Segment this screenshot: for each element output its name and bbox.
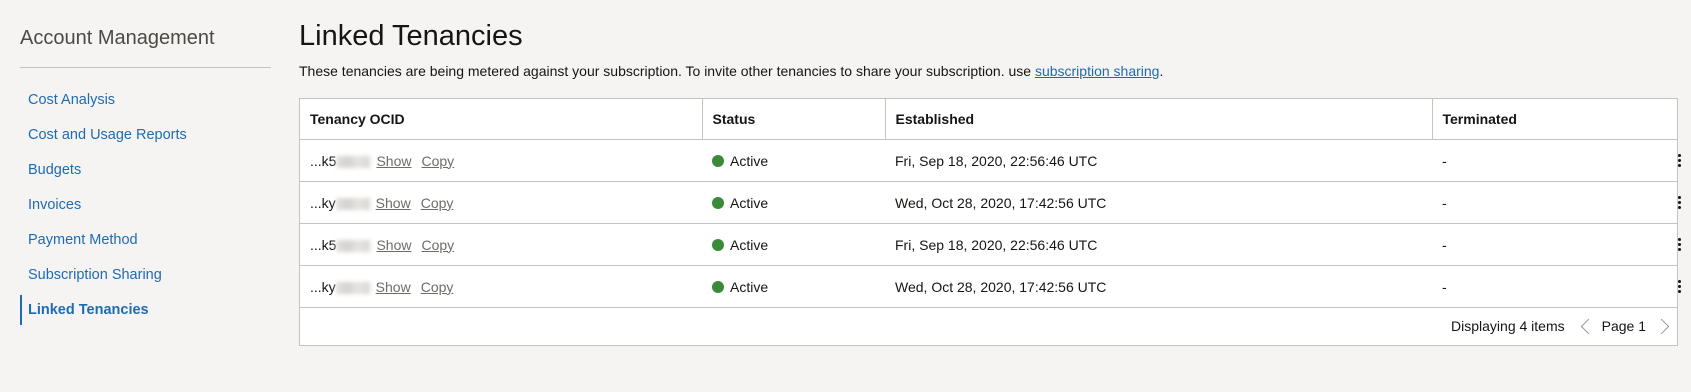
terminated-cell: - [1432, 139, 1664, 182]
actions-cell [1664, 265, 1681, 308]
page-indicator: Page 1 [1601, 318, 1646, 334]
sidebar-title: Account Management [20, 27, 215, 49]
sidebar-item-linked-tenancies[interactable]: Linked Tenancies [20, 295, 271, 330]
ocid-redacted [335, 197, 370, 210]
status-cell: Active [702, 181, 885, 224]
ocid-text: ...ky [310, 278, 336, 295]
actions-cell [1664, 223, 1681, 266]
next-page-chevron-icon[interactable] [1653, 318, 1670, 334]
status-text: Active [730, 278, 769, 295]
item-count: Displaying 4 items [1451, 318, 1565, 334]
column-header-status: Status [702, 99, 886, 140]
status-active-icon [712, 238, 724, 251]
copy-ocid-link[interactable]: Copy [422, 153, 455, 169]
status-cell: Active [702, 265, 885, 308]
ocid-cell: ...ky Show Copy [300, 181, 702, 224]
sidebar-item-invoices[interactable]: Invoices [20, 190, 271, 225]
copy-ocid-link[interactable]: Copy [421, 195, 454, 211]
table-footer: Displaying 4 items Page 1 [1451, 307, 1677, 345]
ocid-cell: ...k5 Show Copy [300, 223, 702, 266]
table-row: ...ky Show Copy Active Wed, Oct 28, 2020, … [300, 265, 1681, 308]
status-active-icon [712, 196, 724, 209]
status-cell: Active [702, 223, 885, 266]
column-header-actions [1664, 99, 1677, 140]
terminated-cell: - [1432, 181, 1664, 224]
established-cell: Wed, Oct 28, 2020, 17:42:56 UTC [885, 265, 1432, 308]
terminated-cell: - [1432, 265, 1664, 308]
ocid-text: ...k5 [310, 152, 337, 169]
table-header-row: Tenancy OCID Status Established Terminat… [300, 99, 1677, 140]
ocid-redacted [336, 155, 371, 168]
previous-page-chevron-icon[interactable] [1580, 318, 1596, 334]
ocid-text: ...ky [310, 194, 336, 211]
status-text: Active [730, 236, 769, 253]
sidebar-item-payment-method[interactable]: Payment Method [20, 225, 271, 260]
copy-ocid-link[interactable]: Copy [422, 237, 455, 253]
column-header-terminated: Terminated [1432, 99, 1664, 140]
description-end: . [1159, 63, 1164, 79]
status-active-icon [712, 280, 724, 293]
table-row: ...k5 Show Copy Active Fri, Sep 18, 2020, … [300, 139, 1681, 182]
sidebar-divider [20, 67, 271, 68]
show-ocid-link[interactable]: Show [376, 153, 411, 169]
linked-tenancies-table: Tenancy OCID Status Established Terminat… [299, 98, 1681, 346]
copy-ocid-link[interactable]: Copy [421, 279, 454, 295]
sidebar-nav: Cost Analysis Cost and Usage Reports Bud… [20, 85, 271, 330]
ocid-cell: ...ky Show Copy [300, 265, 702, 308]
table-row: ...k5 Show Copy Active Fri, Sep 18, 2020, … [300, 223, 1681, 266]
established-cell: Wed, Oct 28, 2020, 17:42:56 UTC [885, 181, 1432, 224]
column-header-established: Established [885, 99, 1433, 140]
sidebar-item-cost-and-usage-reports[interactable]: Cost and Usage Reports [20, 120, 271, 155]
ocid-text: ...k5 [310, 236, 337, 253]
show-ocid-link[interactable]: Show [376, 279, 411, 295]
status-cell: Active [702, 139, 885, 182]
row-actions-kebab-icon[interactable] [1674, 238, 1684, 251]
terminated-cell: - [1432, 223, 1664, 266]
ocid-redacted [336, 239, 371, 252]
page-title: Linked Tenancies [299, 20, 523, 52]
actions-cell [1664, 139, 1681, 182]
status-text: Active [730, 194, 769, 211]
subscription-sharing-link[interactable]: subscription sharing [1035, 63, 1160, 79]
row-actions-kebab-icon[interactable] [1674, 154, 1684, 167]
actions-cell [1664, 181, 1681, 224]
sidebar-item-subscription-sharing[interactable]: Subscription Sharing [20, 260, 271, 295]
established-cell: Fri, Sep 18, 2020, 22:56:46 UTC [885, 223, 1432, 266]
sidebar-item-cost-analysis[interactable]: Cost Analysis [20, 85, 271, 120]
status-active-icon [712, 154, 724, 167]
status-text: Active [730, 152, 769, 169]
sidebar-item-budgets[interactable]: Budgets [20, 155, 271, 190]
established-cell: Fri, Sep 18, 2020, 22:56:46 UTC [885, 139, 1432, 182]
row-actions-kebab-icon[interactable] [1674, 196, 1684, 209]
page-description: These tenancies are being metered agains… [299, 63, 1163, 79]
ocid-cell: ...k5 Show Copy [300, 139, 702, 182]
table-row: ...ky Show Copy Active Wed, Oct 28, 2020, … [300, 181, 1681, 224]
show-ocid-link[interactable]: Show [376, 195, 411, 211]
row-actions-kebab-icon[interactable] [1674, 280, 1684, 293]
column-header-tenancy-ocid: Tenancy OCID [300, 99, 703, 140]
show-ocid-link[interactable]: Show [376, 237, 411, 253]
ocid-redacted [335, 281, 370, 294]
description-text: These tenancies are being metered agains… [299, 63, 1035, 79]
